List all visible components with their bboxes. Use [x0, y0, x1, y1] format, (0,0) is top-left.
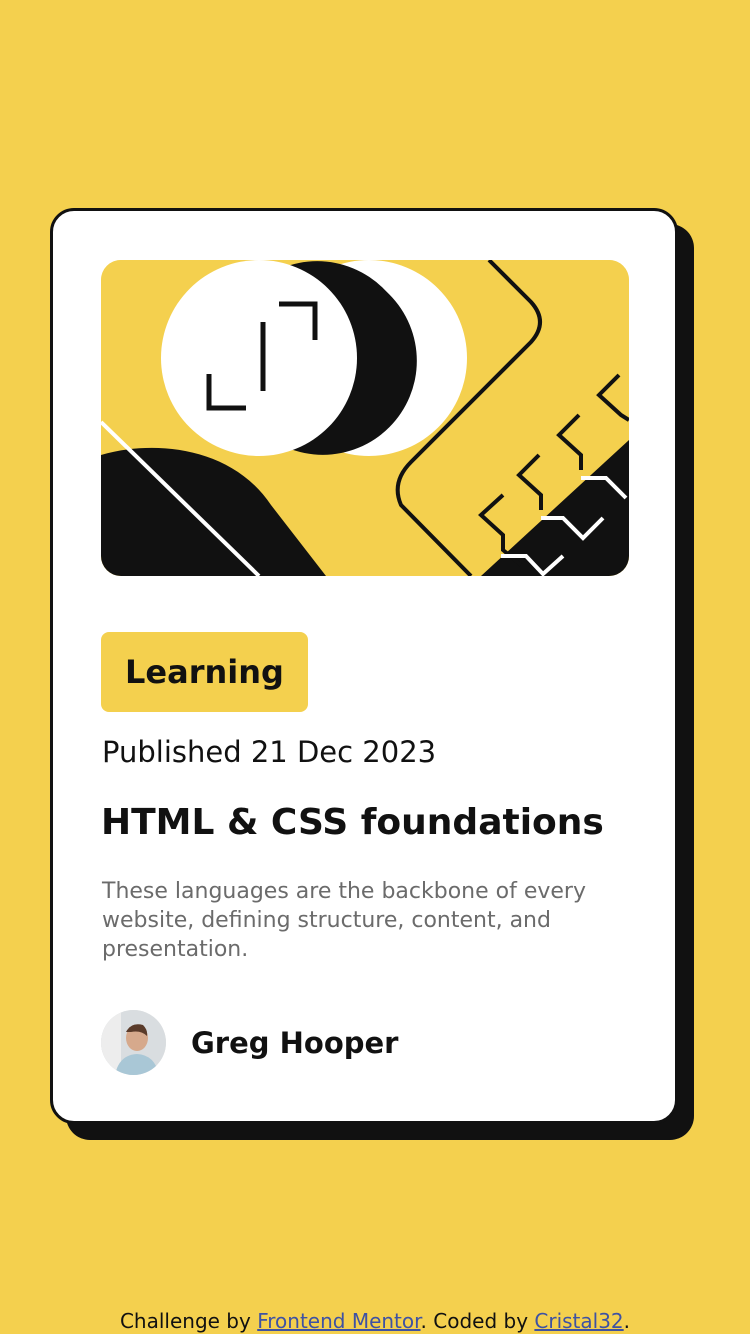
blog-preview-card: Learning Published 21 Dec 2023 HTML & CS… [50, 208, 678, 1124]
card-description: These languages are the backbone of ever… [102, 879, 586, 962]
attribution-prefix: Challenge by [119, 1309, 258, 1333]
category-tag-label: Learning [125, 653, 284, 691]
published-date: Published 21 Dec 2023 [102, 735, 437, 769]
author: Greg Hooper [101, 1010, 398, 1075]
avatar [101, 1010, 166, 1075]
code-brackets-illustration-icon [101, 260, 629, 576]
card-title[interactable]: HTML & CSS foundations [101, 802, 604, 843]
attribution: Challenge by Frontend Mentor. Coded by C… [0, 1309, 750, 1333]
frontend-mentor-link[interactable]: Frontend Mentor [257, 1309, 420, 1333]
author-profile-link[interactable]: Cristal32 [534, 1309, 623, 1333]
category-tag: Learning [101, 632, 308, 712]
attribution-middle: . Coded by [420, 1309, 535, 1333]
hero-illustration [101, 260, 629, 576]
author-name: Greg Hooper [191, 1025, 399, 1060]
page: Learning Published 21 Dec 2023 HTML & CS… [0, 0, 750, 1334]
attribution-suffix: . [623, 1309, 631, 1333]
avatar-photo-icon [101, 1010, 166, 1075]
